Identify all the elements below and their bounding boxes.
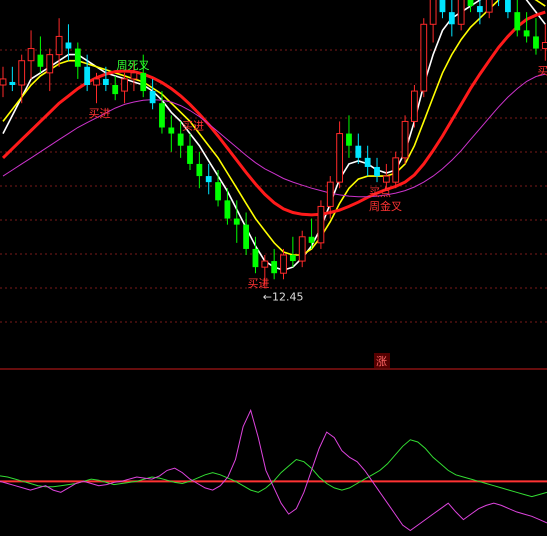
candle-body [224, 200, 231, 219]
candle-body [429, 0, 437, 25]
candle-body [401, 120, 409, 159]
candle-body [533, 36, 539, 49]
candle-body [411, 90, 418, 122]
candle-body [355, 145, 362, 158]
candle-body [65, 42, 72, 49]
candle-body [317, 205, 325, 244]
candle-body [18, 60, 26, 86]
candle-body [130, 72, 138, 80]
candle-body [84, 66, 91, 85]
candle-body [439, 0, 446, 13]
candle-body [392, 157, 400, 183]
stock-chart: 买进周死叉买进买进买点周金叉买 ←12.45 涨 [0, 0, 547, 536]
candle-body [46, 54, 54, 74]
candle-body [102, 78, 109, 85]
candle-body [420, 23, 428, 92]
candle-body [271, 261, 278, 274]
candle-body [149, 91, 156, 104]
rise-tag: 涨 [376, 355, 387, 368]
candle-body [93, 78, 100, 86]
candle-body [37, 54, 44, 67]
candle-body [457, 0, 465, 25]
candle-body [187, 145, 193, 164]
candle-body [326, 181, 334, 207]
candle-body [27, 48, 35, 62]
candle-body [168, 127, 175, 134]
candle-body [205, 176, 212, 183]
candle-body [448, 12, 455, 25]
candle-body [485, 0, 493, 13]
candle-body [261, 260, 269, 268]
signal-label: 周死叉 [117, 59, 150, 72]
candle-body [243, 224, 250, 249]
signal-label: 买进 [182, 120, 204, 133]
signal-label: 买进 [247, 277, 269, 290]
candle-body [140, 72, 147, 92]
candle-body [159, 103, 165, 128]
candle-body [177, 133, 184, 146]
signal-label: 买进 [89, 107, 111, 120]
candle-body [0, 78, 7, 86]
candle-body [541, 42, 547, 50]
candle-body [112, 85, 119, 95]
candle-body [308, 236, 315, 243]
candle-body [346, 133, 352, 146]
candle-body [9, 81, 16, 85]
candle-body [280, 254, 287, 274]
candle-body [215, 182, 221, 201]
candle-body [121, 78, 128, 92]
candle-body [514, 12, 521, 31]
candle-body [364, 157, 371, 167]
candle-body [55, 35, 63, 56]
candle-body [233, 218, 240, 225]
low-price-label: ←12.45 [263, 290, 304, 303]
candle-body [252, 248, 259, 268]
candle-body [374, 166, 380, 177]
signal-label: 买点 [369, 186, 391, 199]
candle-body [196, 163, 203, 177]
candle-body [382, 175, 390, 183]
candle-body [298, 236, 306, 262]
signal-label: 周金叉 [369, 199, 402, 213]
candle-body [74, 48, 81, 67]
candle-body [523, 30, 530, 37]
candle-body [467, 0, 474, 7]
candle-body [476, 6, 483, 13]
candle-body [289, 255, 296, 262]
candle-body [336, 133, 344, 183]
signal-label: 买 [537, 65, 547, 78]
candle-body [505, 0, 511, 13]
